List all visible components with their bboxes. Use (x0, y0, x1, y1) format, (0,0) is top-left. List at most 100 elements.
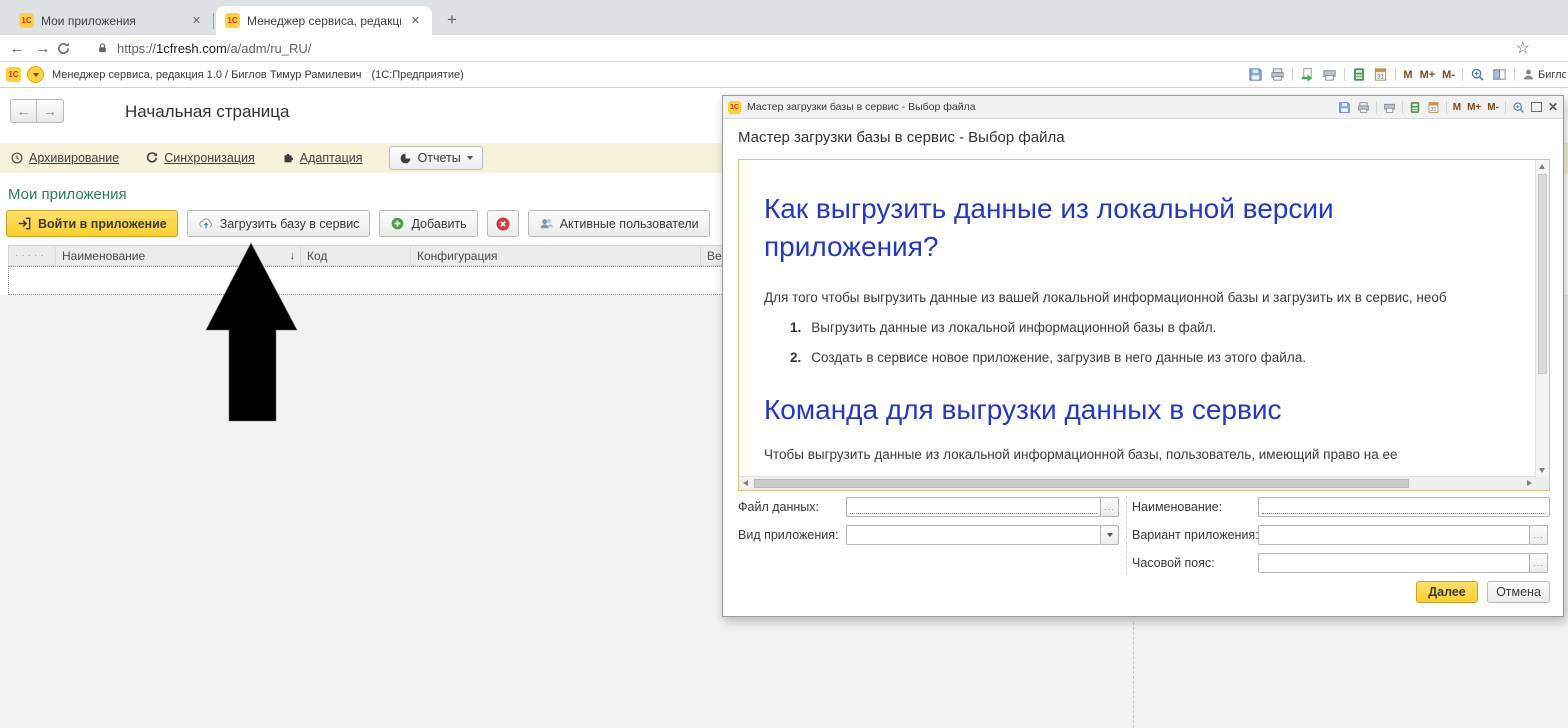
scroll-down-icon[interactable] (1539, 468, 1545, 473)
bookmark-star-icon[interactable]: ☆ (1516, 38, 1530, 58)
tab-separator (213, 13, 214, 29)
cancel-button[interactable]: Отмена (1487, 581, 1550, 603)
data-file-label: Файл данных: (738, 500, 819, 514)
reports-button[interactable]: Отчеты (388, 146, 483, 170)
dialog-heading: Мастер загрузки базы в сервис - Выбор фа… (738, 129, 1065, 146)
next-button[interactable]: Далее (1416, 581, 1478, 603)
link-archiving[interactable]: Архивирование (10, 151, 119, 165)
save-icon[interactable] (1338, 101, 1351, 114)
doc-intro: Для того чтобы выгрузить данные из вашей… (764, 290, 1447, 305)
form-divider-dashed (1133, 622, 1134, 728)
main-menu-button[interactable] (27, 66, 44, 83)
memory-add-button[interactable]: M+ (1420, 69, 1436, 81)
file-export-icon[interactable] (1300, 67, 1315, 82)
dialog-title-bar[interactable]: 1С Мастер загрузки базы в сервис - Выбор… (723, 96, 1563, 119)
horizontal-scrollbar[interactable] (739, 476, 1536, 490)
scroll-up-icon[interactable] (1539, 164, 1545, 169)
reload-icon[interactable] (56, 41, 82, 56)
plus-circle-icon (390, 216, 405, 231)
help-document-content: Как выгрузить данные из локальной версии… (764, 160, 1535, 476)
forward-icon[interactable]: → (30, 40, 56, 57)
print-preview-icon[interactable] (1383, 101, 1396, 114)
upload-database-button[interactable]: Загрузить базу в сервис (186, 210, 371, 237)
active-users-button[interactable]: Активные пользователи (527, 210, 710, 237)
url-domain: 1cfresh.com (156, 40, 227, 56)
print-icon[interactable] (1270, 67, 1285, 82)
red-x-circle-icon (495, 216, 511, 232)
data-file-input[interactable] (846, 497, 1101, 517)
page-forward-button[interactable]: → (37, 99, 64, 123)
drag-dots-column[interactable]: ····· (9, 246, 56, 265)
maximize-button[interactable] (1530, 102, 1542, 112)
app-toolbar: 31 M M+ M- Биглов (1248, 62, 1568, 87)
memory-add-button[interactable]: M+ (1467, 102, 1481, 113)
chevron-down-icon (1106, 533, 1113, 537)
scroll-right-icon[interactable] (1527, 480, 1532, 486)
lock-icon[interactable] (96, 41, 109, 55)
save-icon[interactable] (1248, 67, 1263, 82)
tab-label: Мои приложения (41, 13, 136, 28)
vertical-scroll-thumb[interactable] (1538, 174, 1547, 374)
link-adaptation[interactable]: Адаптация (281, 151, 363, 165)
zoom-icon[interactable] (1512, 101, 1525, 114)
doc-heading-1: Как выгрузить данные из локальной версии… (764, 193, 1334, 262)
app-title: Менеджер сервиса, редакция 1.0 / Биглов … (52, 68, 362, 81)
timezone-label: Часовой пояс: (1132, 556, 1215, 570)
memory-subtract-button[interactable]: M- (1487, 102, 1499, 113)
name-input[interactable] (1258, 497, 1550, 517)
doc-heading-2: Команда для выгрузки данных в сервис (764, 394, 1282, 425)
print-icon[interactable] (1357, 101, 1370, 114)
memory-store-button[interactable]: M (1403, 69, 1412, 81)
tab-service-manager[interactable]: 1С Менеджер сервиса, редакция 1 ✕ (216, 6, 432, 35)
data-file-browse-button[interactable]: ... (1100, 497, 1119, 517)
doc-paragraph-2: Чтобы выгрузить данные из локальной инфо… (764, 447, 1398, 462)
1c-favicon: 1С (19, 13, 34, 28)
chevron-down-icon (466, 156, 473, 160)
app-variant-label: Вариант приложения: (1132, 528, 1259, 542)
tab-my-applications[interactable]: 1С Мои приложения ✕ (10, 6, 213, 35)
column-code[interactable]: Код (301, 246, 411, 265)
print-preview-icon[interactable] (1322, 67, 1337, 82)
column-configuration[interactable]: Конфигурация (411, 246, 701, 265)
puzzle-icon (281, 151, 295, 165)
current-user-button[interactable]: Биглов (1522, 68, 1566, 81)
delete-button[interactable] (486, 210, 519, 237)
close-icon[interactable]: ✕ (1548, 101, 1558, 113)
app-kind-dropdown-button[interactable] (1100, 525, 1119, 545)
page-title: Начальная страница (125, 102, 290, 121)
horizontal-scroll-thumb[interactable] (754, 479, 1409, 488)
dialog-toolbar: 31 M M+ M- ✕ (1338, 100, 1558, 114)
calculator-icon[interactable] (1409, 101, 1421, 114)
link-synchronization[interactable]: Синхронизация (145, 151, 255, 165)
tab-close-icon[interactable]: ✕ (189, 14, 204, 27)
pie-chart-icon (399, 152, 412, 165)
sync-icon (145, 151, 159, 165)
page-back-button[interactable]: ← (10, 99, 37, 123)
browser-navbar: ← → https://1cfresh.com/a/adm/ru_RU/ ☆ (0, 35, 1568, 62)
split-view-icon[interactable] (1492, 67, 1507, 82)
scroll-left-icon[interactable] (743, 480, 748, 486)
1c-logo: 1С (6, 67, 21, 82)
calculator-icon[interactable] (1352, 67, 1366, 82)
address-bar[interactable]: https://1cfresh.com/a/adm/ru_RU/ (117, 41, 311, 56)
memory-subtract-button[interactable]: M- (1442, 69, 1455, 81)
1c-favicon: 1С (225, 13, 240, 28)
app-variant-input[interactable] (1258, 525, 1530, 545)
tab-label: Менеджер сервиса, редакция 1 (247, 13, 401, 28)
app-kind-select[interactable] (846, 525, 1101, 545)
back-icon[interactable]: ← (4, 40, 30, 57)
enter-application-button[interactable]: Войти в приложение (6, 210, 178, 237)
vertical-scrollbar[interactable] (1535, 160, 1549, 477)
timezone-browse-button[interactable]: ... (1529, 553, 1548, 573)
svg-text:31: 31 (1378, 73, 1385, 80)
timezone-input[interactable] (1258, 553, 1530, 573)
tab-close-icon[interactable]: ✕ (408, 14, 423, 27)
new-tab-button[interactable]: + (440, 8, 464, 32)
memory-store-button[interactable]: M (1453, 102, 1461, 113)
add-button[interactable]: Добавить (379, 210, 478, 237)
calendar-icon[interactable]: 31 (1373, 67, 1388, 82)
history-nav: ← → (10, 99, 64, 123)
app-variant-browse-button[interactable]: ... (1529, 525, 1548, 545)
zoom-icon[interactable] (1470, 67, 1485, 82)
calendar-icon[interactable]: 31 (1427, 101, 1440, 114)
